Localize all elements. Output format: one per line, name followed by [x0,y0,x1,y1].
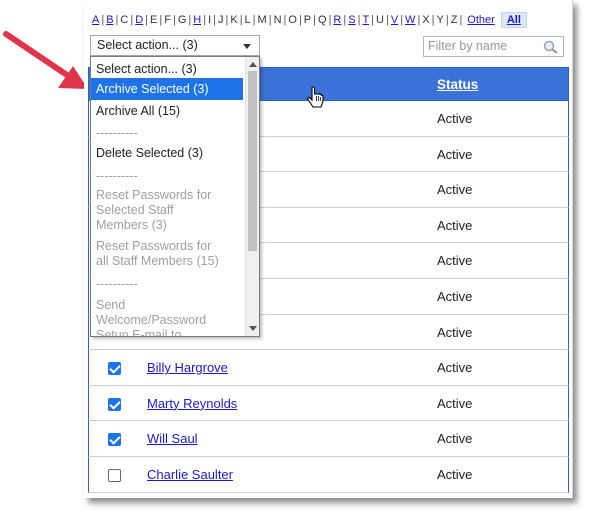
separator: | [343,14,347,26]
action-option[interactable]: Archive Selected (3) [91,78,243,100]
status-cell: Active [437,431,473,447]
letter-filter-v[interactable]: V [391,14,398,26]
separator: | [225,14,229,26]
letter-filter-r[interactable]: R [333,14,341,26]
chevron-down-icon [243,44,251,49]
separator: | [239,14,243,26]
staff-list-panel: A | B | C | D | E | F | G | H | I | J | K | L | M | N | O | P | Q | R | S | T |… [84,0,573,498]
separator: | [172,14,176,26]
separator: | [313,14,316,26]
separator: | [283,14,287,26]
table-row: Marty Reynolds Active [88,385,569,422]
separator: | [371,14,375,26]
filter-by-name-input[interactable]: Filter by name [423,36,564,57]
separator: | [385,14,389,26]
separator: | [298,14,302,26]
row-checkbox[interactable] [108,468,121,482]
letter-filter-g: G [177,14,187,26]
scroll-up-icon[interactable] [249,62,257,67]
scroll-down-icon[interactable] [249,326,257,331]
status-cell: Active [437,182,473,198]
separator: | [145,14,149,26]
staff-name-link[interactable]: Marty Reynolds [147,396,237,411]
status-cell: Active [437,395,473,411]
separator: | [130,14,134,26]
staff-name-link[interactable]: Will Saul [147,431,198,446]
separator: | [115,14,119,26]
action-option: Reset Passwords for Selected Staff Membe… [96,188,212,232]
separator: | [268,14,272,26]
letter-filter-other[interactable]: Other [467,14,495,26]
action-option: Send Welcome/Password Setup E-mail to [96,298,207,337]
action-option[interactable]: Archive All (15) [91,104,243,119]
letter-filter-w[interactable]: W [405,14,415,26]
letter-filter-t[interactable]: T [362,14,369,26]
letter-filter-c: C [120,14,129,26]
letter-filter-all[interactable]: All [500,12,527,28]
scrollbar-thumb[interactable] [248,71,257,251]
hand-pointer-icon [307,86,324,108]
status-cell: Active [437,111,473,126]
search-icon [543,40,558,54]
letter-filter-q: Q [318,14,327,26]
filter-placeholder: Filter by name [428,39,508,53]
row-checkbox[interactable] [108,397,121,411]
letter-filter-b[interactable]: B [106,14,113,26]
action-option: ---------- [96,126,138,140]
letter-filter-u: U [376,14,384,26]
action-option: ---------- [96,277,138,291]
alphabet-filter: A | B | C | D | E | F | G | H | I | J | K | L | M | N | O | P | Q | R | S | T |… [92,12,527,28]
action-option[interactable]: Select action... (3) [91,62,243,77]
letter-filter-o: O [288,14,297,26]
letter-filter-k: K [230,14,238,26]
letter-filter-y: Y [436,14,444,26]
letter-filter-a[interactable]: A [92,14,99,26]
separator: | [252,14,256,26]
staff-name-link[interactable]: Billy Hargrove [147,360,228,375]
status-cell: Active [437,288,473,304]
status-column-header[interactable]: Status [437,77,478,92]
separator: | [357,14,361,26]
action-option: Reset Passwords for all Staff Members (1… [96,239,219,268]
separator: | [328,14,332,26]
row-checkbox[interactable] [108,433,121,447]
action-select[interactable]: Select action... (3) [90,35,260,56]
separator: | [431,14,435,26]
letter-filter-z: Z [450,14,458,26]
status-cell: Active [437,217,473,233]
staff-name-link[interactable]: Charlie Saulter [147,467,233,482]
separator: | [445,14,449,26]
status-cell: Active [437,360,473,376]
status-cell: Active [437,324,473,340]
letter-filter-p: P [303,14,312,26]
letter-filter-n: N [273,14,282,26]
letter-filter-x: X [422,14,430,26]
separator: | [188,14,192,26]
dropdown-scrollbar[interactable] [245,57,259,336]
separator: | [203,14,207,26]
action-select-value: Select action... (3) [97,38,198,52]
letter-filter-e: E [150,14,158,26]
status-cell: Active [437,253,473,269]
separator: | [101,14,105,26]
letter-filter-s[interactable]: S [348,14,355,26]
action-option[interactable]: Delete Selected (3) [91,146,243,161]
row-checkbox[interactable] [108,362,121,376]
separator: | [213,14,216,26]
separator: | [459,14,463,26]
separator: | [159,14,163,26]
table-row: Charlie Saulter Active [88,456,569,493]
action-option: ---------- [96,169,138,183]
letter-filter-h[interactable]: H [193,14,201,26]
letter-filter-f: F [164,14,171,26]
separator: | [417,14,421,26]
table-row: Billy Hargrove Active [88,350,569,386]
table-row: Will Saul Active [88,421,569,457]
action-dropdown-list: Select action... (3) Archive Selected (3)… [90,56,260,337]
separator: | [400,14,404,26]
status-cell: Active [437,146,473,162]
status-cell: Active [437,466,473,482]
letter-filter-d[interactable]: D [135,14,143,26]
letter-filter-m: M [257,14,267,26]
